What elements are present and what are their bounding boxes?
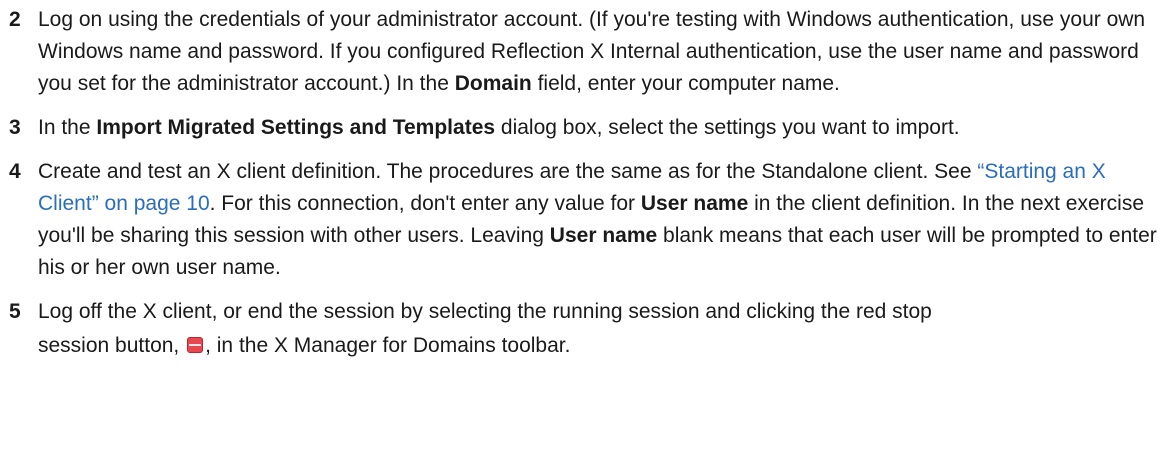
step-3: 3 In the Import Migrated Settings and Te…: [0, 112, 1168, 144]
dialog-name: Import Migrated Settings and Templates: [96, 116, 496, 139]
step-text: Create and test an X client definition. …: [38, 156, 1168, 284]
step-text-segment: Log off the X client, or end the session…: [38, 300, 932, 323]
step-4: 4 Create and test an X client definition…: [0, 156, 1168, 284]
step-text-segment: session button,: [38, 334, 186, 357]
step-text: Log off the X client, or end the session…: [38, 296, 1168, 364]
step-text-line: session button, , in the X Manager for D…: [38, 334, 570, 357]
step-5: 5 Log off the X client, or end the sessi…: [0, 296, 1168, 364]
step-text-segment: Create and test an X client definition. …: [38, 160, 978, 183]
step-text: In the Import Migrated Settings and Temp…: [38, 112, 1168, 144]
field-name-user-name: User name: [640, 192, 749, 215]
stop-session-icon: [187, 337, 204, 353]
step-2: 2 Log on using the credentials of your a…: [0, 4, 1168, 100]
step-text-segment: , in the X Manager for Domains toolbar.: [205, 334, 571, 357]
step-text: Log on using the credentials of your adm…: [38, 4, 1168, 100]
document-page: 2 Log on using the credentials of your a…: [0, 0, 1175, 461]
step-number: 3: [9, 116, 21, 139]
field-name-domain: Domain: [454, 72, 532, 95]
step-text-segment: In the: [38, 116, 97, 139]
field-name-user-name: User name: [549, 224, 658, 247]
step-text-segment: . For this connection, don't enter any v…: [209, 192, 641, 215]
step-number: 2: [9, 8, 21, 31]
step-text-segment: field, enter your computer name.: [531, 72, 840, 95]
step-text-segment: dialog box, select the settings you want…: [495, 116, 960, 139]
step-number: 5: [9, 300, 21, 323]
step-number: 4: [9, 160, 21, 183]
